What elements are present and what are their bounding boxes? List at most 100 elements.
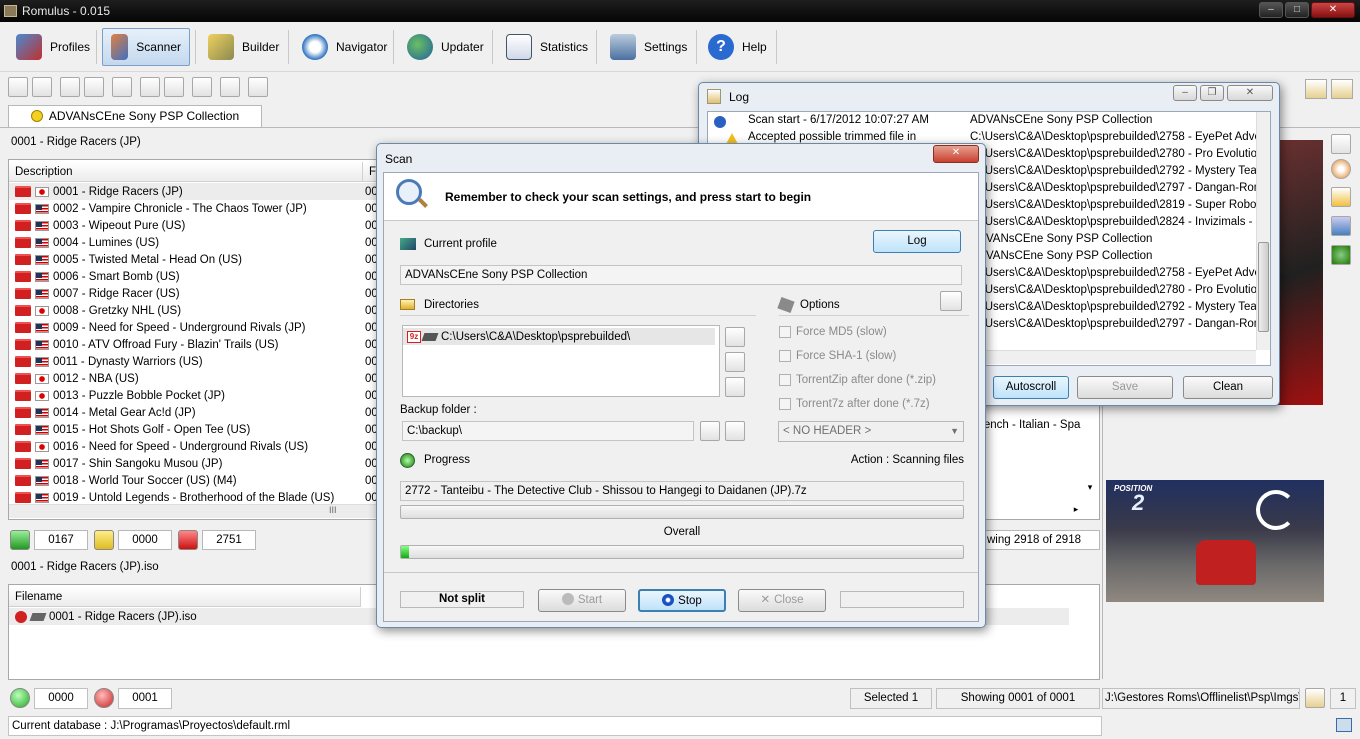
table-row[interactable]: 0009 - Need for Speed - Underground Riva…: [9, 319, 383, 336]
hand-icon[interactable]: [220, 77, 240, 97]
game-name: 0007 - Ridge Racer (US): [53, 287, 180, 300]
add-folder-icon[interactable]: [725, 327, 745, 347]
globe-icon[interactable]: [1331, 245, 1351, 265]
stamp-icon[interactable]: [112, 77, 132, 97]
new-window-icon[interactable]: [1331, 134, 1351, 154]
table-row[interactable]: 0010 - ATV Offroad Fury - Blazin' Trails…: [9, 336, 383, 353]
current-file: 2772 - Tanteibu - The Detective Club - S…: [400, 481, 964, 501]
copy-icon[interactable]: [60, 77, 80, 97]
main-toolbar: Profiles Scanner Builder Navigator Updat…: [0, 22, 1360, 72]
table-row[interactable]: 0015 - Hot Shots Golf - Open Tee (US) 00: [9, 421, 383, 438]
missing-folder-icon: [15, 492, 31, 503]
edit-icon[interactable]: [192, 77, 212, 97]
table-row[interactable]: 0016 - Need for Speed - Underground Riva…: [9, 438, 383, 455]
tab-collection[interactable]: ADVANsCEne Sony PSP Collection: [8, 105, 262, 127]
table-row[interactable]: 0011 - Dynasty Warriors (US) 00: [9, 353, 383, 370]
table-row[interactable]: 0018 - World Tour Soccer (US) (M4) 00: [9, 472, 383, 489]
secondary-toolbar: [8, 77, 268, 99]
paste-icon[interactable]: [84, 77, 104, 97]
log-line[interactable]: Scan start - 6/17/2012 10:07:27 AM ADVANs…: [714, 114, 1152, 131]
table-row[interactable]: 0007 - Ridge Racer (US) 00: [9, 285, 383, 302]
table-row[interactable]: 0003 - Wipeout Pure (US) 00: [9, 217, 383, 234]
close-window-button[interactable]: ✕: [1311, 2, 1355, 18]
table-row[interactable]: 0013 - Puzzle Bobble Pocket (JP) 00: [9, 387, 383, 404]
table-row[interactable]: 0002 - Vampire Chronicle - The Chaos Tow…: [9, 200, 383, 217]
backup-field[interactable]: C:\backup\: [402, 421, 694, 441]
log-close-button[interactable]: ✕: [1227, 85, 1273, 101]
toolbar-settings[interactable]: Settings: [602, 28, 695, 66]
save-button[interactable]: Save: [1077, 376, 1173, 399]
close-button[interactable]: ✕ Close: [738, 589, 826, 612]
flag-icon: [35, 458, 49, 469]
table-row[interactable]: 0005 - Twisted Metal - Head On (US) 00: [9, 251, 383, 268]
folder-options-icon[interactable]: [725, 377, 745, 397]
statistics-icon: [506, 34, 532, 60]
option-checkbox[interactable]: Torrent7z after done (*.7z): [779, 398, 930, 410]
window-icon[interactable]: [1331, 216, 1351, 236]
toolbar-updater[interactable]: Updater: [399, 28, 492, 66]
toolbar-navigator[interactable]: Navigator: [294, 28, 395, 66]
directory-item[interactable]: 9z C:\Users\C&A\Desktop\psprebuilded\: [403, 328, 715, 345]
minus-circle-icon[interactable]: [1331, 159, 1351, 179]
chat-icon[interactable]: [1336, 718, 1352, 732]
header-select[interactable]: < NO HEADER > ▼: [778, 421, 964, 442]
browse-images-icon[interactable]: [1305, 688, 1325, 708]
log-minimize-button[interactable]: –: [1173, 85, 1197, 101]
autoscroll-button[interactable]: Autoscroll: [993, 376, 1069, 399]
folder-icon[interactable]: [1331, 187, 1351, 207]
zoom-search-icon[interactable]: [32, 77, 52, 97]
missing-folder-icon: [15, 186, 31, 197]
minimize-button[interactable]: –: [1259, 2, 1283, 18]
maximize-button[interactable]: □: [1285, 2, 1309, 18]
export-icon[interactable]: [140, 77, 160, 97]
overall-progress-bar: [400, 545, 964, 559]
option-checkbox[interactable]: Force SHA-1 (slow): [779, 350, 896, 362]
zoom-in-icon[interactable]: [8, 77, 28, 97]
missing-icon: [15, 610, 27, 623]
scroll-right-icon[interactable]: ▸: [1069, 504, 1083, 518]
log-button[interactable]: Log: [873, 230, 961, 253]
search-go-icon[interactable]: [1305, 79, 1327, 99]
book-icon[interactable]: [248, 77, 268, 97]
smiley-icon: [30, 110, 43, 122]
table-row[interactable]: 0006 - Smart Bomb (US) 00: [9, 268, 383, 285]
browse-backup-icon[interactable]: [725, 421, 745, 441]
game-rows: 0001 - Ridge Racers (JP) 00 0002 - Vampire…: [9, 183, 383, 505]
column-filename[interactable]: Filename: [9, 587, 361, 607]
table-row[interactable]: 0014 - Metal Gear Ac!d (JP) 00: [9, 404, 383, 421]
import-icon[interactable]: [164, 77, 184, 97]
log-restore-button[interactable]: ❐: [1200, 85, 1224, 101]
stop-button[interactable]: Stop: [638, 589, 726, 612]
start-button[interactable]: Start: [538, 589, 626, 612]
option-checkbox[interactable]: Force MD5 (slow): [779, 326, 887, 338]
option-checkbox[interactable]: TorrentZip after done (*.zip): [779, 374, 936, 386]
reset-backup-icon[interactable]: [700, 421, 720, 441]
options-help-icon[interactable]: [940, 291, 962, 311]
log-detail: C:\Users\C&A\Desktop\psprebuilded\2792 -…: [970, 301, 1270, 313]
missing-folder-icon: [15, 288, 31, 299]
flag-icon: [35, 271, 49, 282]
table-row[interactable]: 0004 - Lumines (US) 00: [9, 234, 383, 251]
game-name: 0008 - Gretzky NHL (US): [53, 304, 182, 317]
play-icon: [561, 593, 574, 605]
horizontal-scrollbar[interactable]: III: [9, 504, 381, 518]
table-row[interactable]: 0017 - Shin Sangoku Musou (JP) 00: [9, 455, 383, 472]
log-detail: C:\Users\C&A\Desktop\psprebuilded\2819 -…: [970, 199, 1271, 211]
remove-folder-icon[interactable]: [725, 352, 745, 372]
toolbar-profiles[interactable]: Profiles: [8, 28, 98, 66]
selected-count: Selected 1: [850, 688, 932, 709]
log-vertical-scrollbar[interactable]: [1256, 112, 1270, 350]
table-row[interactable]: 0001 - Ridge Racers (JP) 00: [9, 183, 383, 200]
clean-button[interactable]: Clean: [1183, 376, 1273, 399]
search-clear-icon[interactable]: [1331, 79, 1353, 99]
scan-close-x-button[interactable]: ✕: [933, 145, 979, 163]
scroll-down-icon[interactable]: ▾: [1083, 482, 1097, 496]
toolbar-scanner[interactable]: Scanner: [102, 28, 190, 66]
toolbar-builder[interactable]: Builder: [200, 28, 287, 66]
toolbar-help[interactable]: ? Help: [700, 28, 775, 66]
scan-header: Remember to check your scan settings, an…: [384, 173, 978, 221]
toolbar-statistics[interactable]: Statistics: [498, 28, 596, 66]
column-description[interactable]: Description: [9, 162, 363, 182]
table-row[interactable]: 0008 - Gretzky NHL (US) 00: [9, 302, 383, 319]
table-row[interactable]: 0012 - NBA (US) 00: [9, 370, 383, 387]
